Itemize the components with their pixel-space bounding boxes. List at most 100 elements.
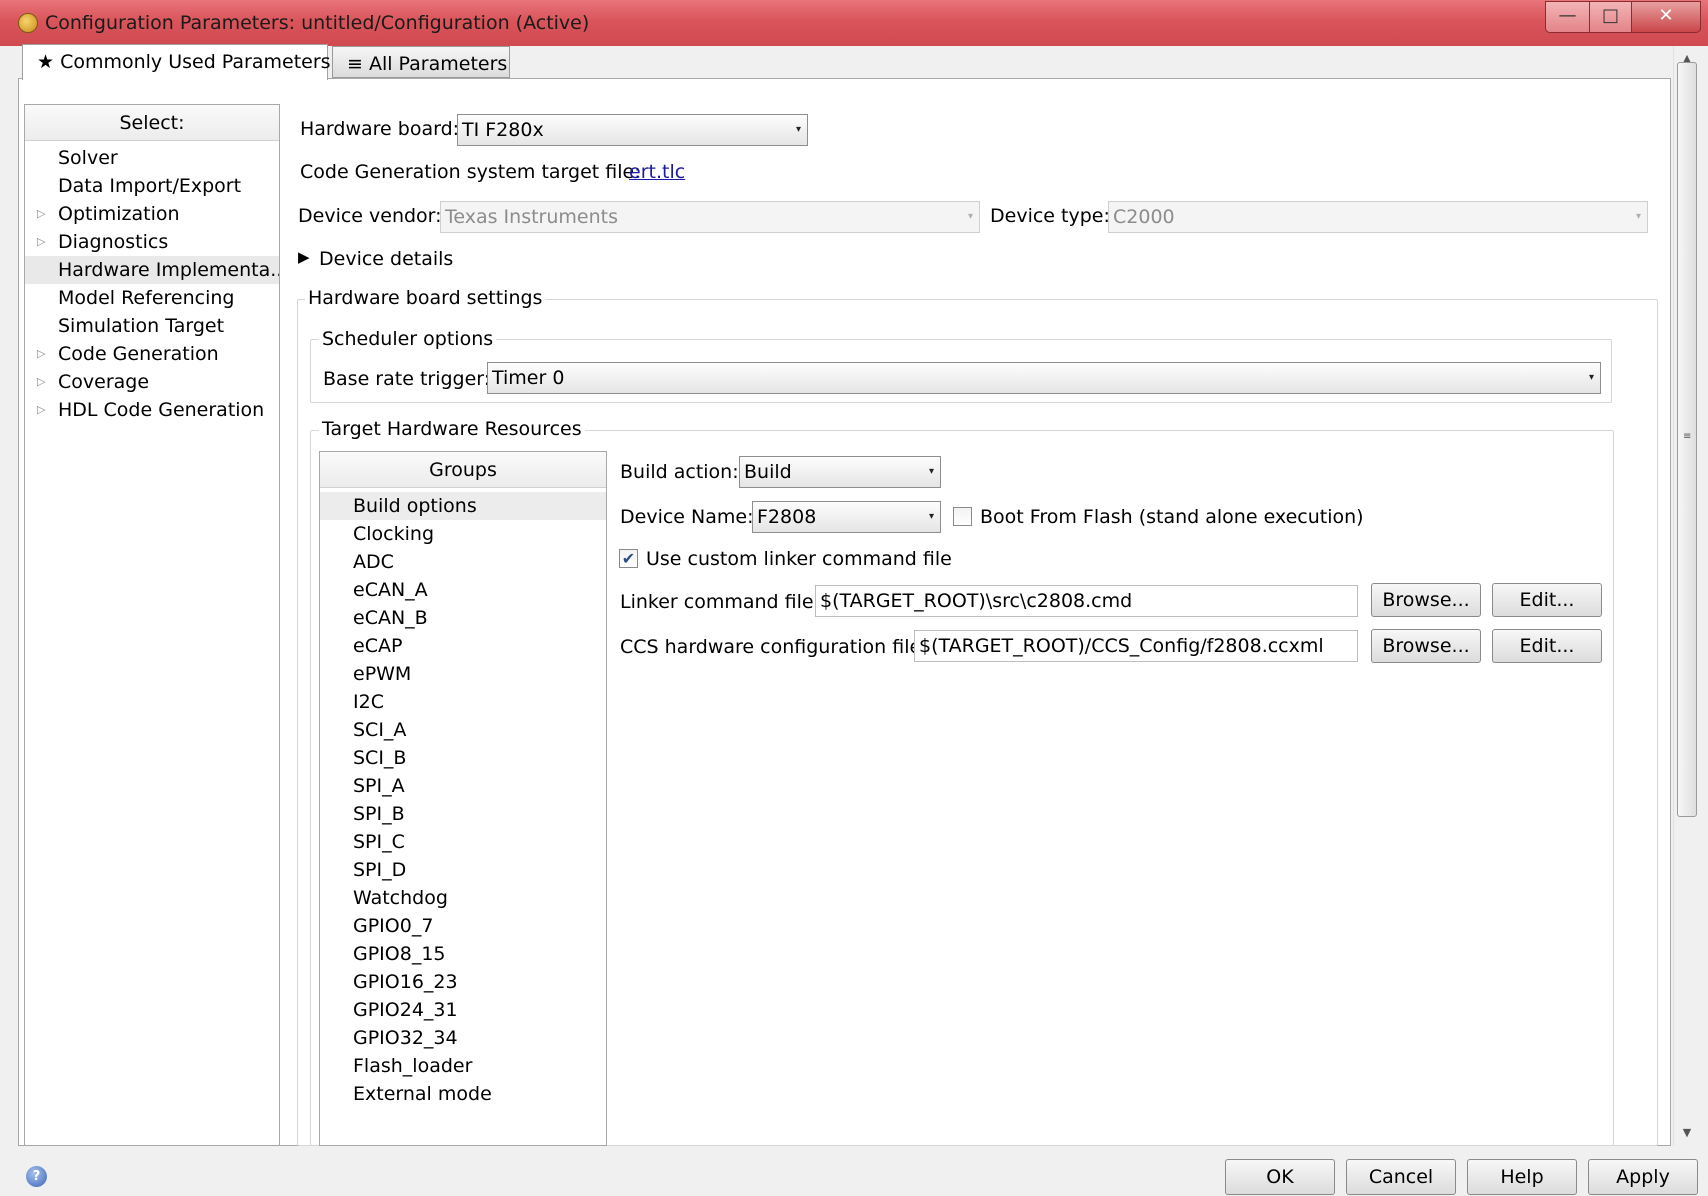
chevron-down-icon: ▾: [795, 124, 801, 135]
group-list-item[interactable]: Clocking: [320, 520, 606, 548]
hardware-board-value: TI F280x: [462, 119, 544, 141]
group-list-item[interactable]: ePWM: [320, 660, 606, 688]
ccs-edit-button[interactable]: Edit...: [1492, 629, 1602, 663]
device-vendor-label: Device vendor:: [298, 205, 442, 227]
tree-item[interactable]: Data Import/Export: [25, 172, 279, 200]
expand-arrow-icon[interactable]: ▷: [37, 340, 45, 368]
linker-edit-button[interactable]: Edit...: [1492, 583, 1602, 617]
group-list-item[interactable]: SCI_A: [320, 716, 606, 744]
group-list-item[interactable]: Flash_loader: [320, 1052, 606, 1080]
device-vendor-dropdown: Texas Instruments ▾: [440, 201, 980, 233]
help-button[interactable]: Help: [1467, 1159, 1577, 1195]
tree-item-label: Simulation Target: [58, 315, 225, 337]
checkmark-icon: ✔: [621, 549, 636, 568]
group-list-item[interactable]: GPIO8_15: [320, 940, 606, 968]
group-list-item[interactable]: eCAN_B: [320, 604, 606, 632]
ok-button[interactable]: OK: [1225, 1159, 1335, 1195]
tree-item[interactable]: ▷ Diagnostics: [25, 228, 279, 256]
group-list-item[interactable]: GPIO0_7: [320, 912, 606, 940]
device-name-value: F2808: [757, 506, 817, 528]
tree-item[interactable]: Hardware Implementa...: [25, 256, 279, 284]
build-action-dropdown[interactable]: Build ▾: [739, 456, 941, 488]
group-list-item[interactable]: I2C: [320, 688, 606, 716]
base-rate-trigger-label: Base rate trigger:: [323, 368, 491, 390]
linker-browse-button[interactable]: Browse...: [1371, 583, 1481, 617]
expand-arrow-icon[interactable]: ▷: [37, 200, 45, 228]
tree-item-label: Optimization: [58, 203, 180, 225]
tree-item-label: Solver: [58, 147, 118, 169]
ccs-browse-button[interactable]: Browse...: [1371, 629, 1481, 663]
group-list-item[interactable]: SCI_B: [320, 744, 606, 772]
tree-item-label: Code Generation: [58, 343, 219, 365]
chevron-down-icon: ▾: [928, 511, 934, 522]
tree-item-label: Coverage: [58, 371, 150, 393]
expand-arrow-icon[interactable]: ▷: [37, 228, 45, 256]
cancel-button[interactable]: Cancel: [1346, 1159, 1456, 1195]
build-action-label: Build action:: [620, 461, 739, 483]
linker-command-file-label: Linker command file:: [620, 591, 820, 613]
help-circle-icon[interactable]: ?: [26, 1166, 47, 1187]
codegen-target-label: Code Generation system target file:: [300, 161, 641, 183]
device-details-label[interactable]: Device details: [319, 248, 453, 270]
expand-arrow-icon[interactable]: ▷: [37, 396, 45, 424]
hardware-board-dropdown[interactable]: TI F280x ▾: [457, 114, 808, 146]
category-tree: Select: Solver Data Import/Export ▷ Optimiz…: [24, 104, 280, 1146]
close-button[interactable]: ✕: [1631, 1, 1701, 33]
tab-all-parameters[interactable]: ≡ All Parameters: [332, 46, 510, 78]
tree-item-label: Hardware Implementa...: [58, 259, 279, 281]
custom-linker-label: Use custom linker command file: [646, 548, 952, 570]
base-rate-trigger-value: Timer 0: [492, 367, 565, 389]
group-list-item[interactable]: GPIO24_31: [320, 996, 606, 1024]
boot-from-flash-label: Boot From Flash (stand alone execution): [980, 506, 1364, 528]
ert-tlc-link[interactable]: ert.tlc: [629, 161, 685, 183]
tree-item-label: Diagnostics: [58, 231, 169, 253]
ccs-config-file-input[interactable]: $(TARGET_ROOT)/CCS_Config/f2808.ccxml: [914, 630, 1358, 662]
tree-item[interactable]: Solver: [25, 144, 279, 172]
window-title: Configuration Parameters: untitled/Confi…: [45, 12, 590, 34]
device-name-dropdown[interactable]: F2808 ▾: [752, 501, 941, 533]
vertical-scrollbar[interactable]: ▲ ≡ ▼: [1673, 46, 1699, 1146]
scroll-down-icon[interactable]: ▼: [1674, 1120, 1700, 1146]
group-list-item[interactable]: SPI_B: [320, 800, 606, 828]
tab-commonly-used-parameters[interactable]: ★ Commonly Used Parameters: [22, 44, 331, 80]
maximize-button[interactable]: □: [1589, 1, 1632, 33]
group-list-item[interactable]: External mode: [320, 1080, 606, 1108]
group-list-item[interactable]: eCAN_A: [320, 576, 606, 604]
tree-item[interactable]: ▷ Coverage: [25, 368, 279, 396]
group-list-item[interactable]: GPIO16_23: [320, 968, 606, 996]
group-list-item[interactable]: GPIO32_34: [320, 1024, 606, 1052]
tree-item[interactable]: Model Referencing: [25, 284, 279, 312]
chevron-down-icon: ▾: [1588, 372, 1594, 383]
scroll-thumb[interactable]: ≡: [1677, 62, 1697, 817]
group-list-item[interactable]: Watchdog: [320, 884, 606, 912]
device-type-dropdown: C2000 ▾: [1108, 201, 1648, 233]
scheduler-options-title: Scheduler options: [319, 328, 497, 350]
build-action-value: Build: [744, 461, 792, 483]
tree-item-label: Model Referencing: [58, 287, 235, 309]
tree-item-label: HDL Code Generation: [58, 399, 265, 421]
base-rate-trigger-dropdown[interactable]: Timer 0 ▾: [487, 362, 1601, 394]
simulink-config-icon: [18, 13, 38, 33]
group-list-item[interactable]: Build options: [320, 492, 606, 520]
device-details-expand-icon[interactable]: ▶: [298, 248, 310, 266]
minimize-button[interactable]: —: [1545, 1, 1590, 33]
group-list-item[interactable]: SPI_C: [320, 828, 606, 856]
apply-button[interactable]: Apply: [1588, 1159, 1698, 1195]
boot-from-flash-checkbox[interactable]: [953, 507, 972, 526]
linker-command-file-input[interactable]: $(TARGET_ROOT)\src\c2808.cmd: [815, 585, 1358, 617]
target-hardware-resources-title: Target Hardware Resources: [319, 418, 585, 440]
chevron-down-icon: ▾: [928, 466, 934, 477]
device-type-value: C2000: [1113, 206, 1175, 228]
group-list-item[interactable]: ADC: [320, 548, 606, 576]
tree-item[interactable]: ▷ HDL Code Generation: [25, 396, 279, 424]
group-list-item[interactable]: SPI_D: [320, 856, 606, 884]
group-list-item[interactable]: eCAP: [320, 632, 606, 660]
custom-linker-checkbox[interactable]: ✔: [619, 549, 638, 568]
tree-item[interactable]: ▷ Optimization: [25, 200, 279, 228]
title-bar: Configuration Parameters: untitled/Confi…: [0, 0, 1708, 46]
group-list-item[interactable]: SPI_A: [320, 772, 606, 800]
hardware-board-label: Hardware board:: [300, 118, 460, 140]
expand-arrow-icon[interactable]: ▷: [37, 368, 45, 396]
tree-item[interactable]: Simulation Target: [25, 312, 279, 340]
tree-item[interactable]: ▷ Code Generation: [25, 340, 279, 368]
